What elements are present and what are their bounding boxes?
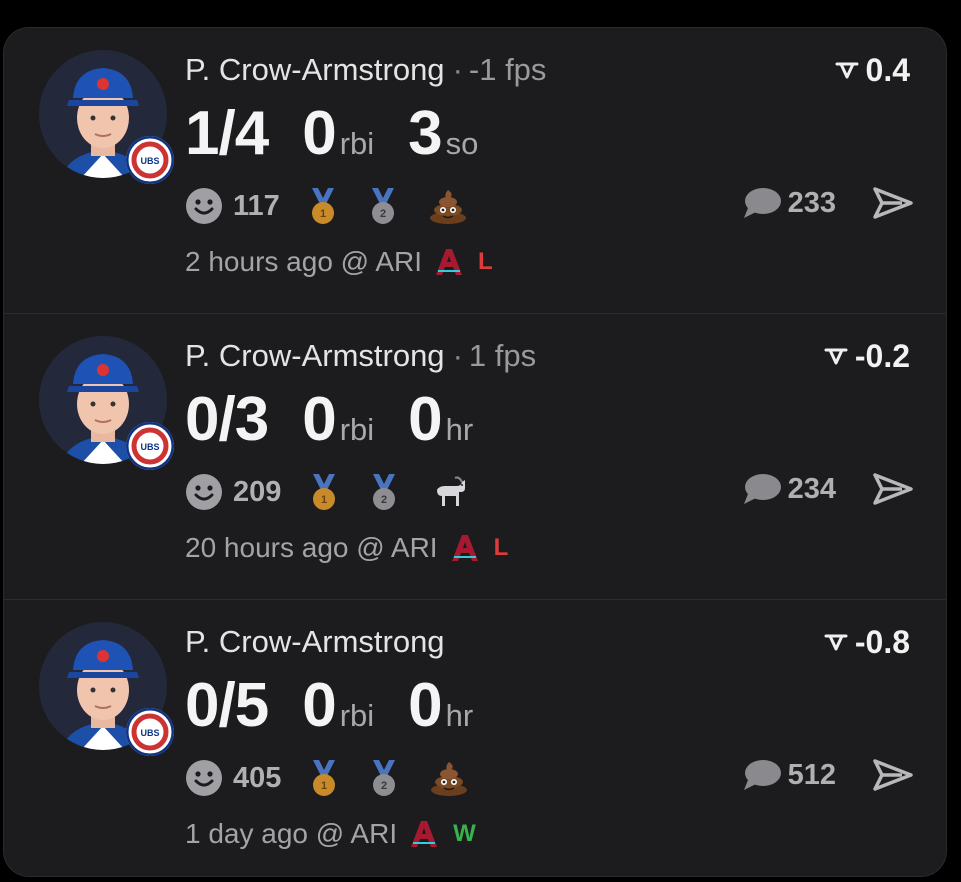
stat-line: 0/3 0 rbi 0 hr xyxy=(185,384,507,455)
post-meta: 1 day ago @ ARI W xyxy=(185,818,476,850)
goat-emoji-icon[interactable] xyxy=(429,474,469,510)
post-score[interactable]: 0.4 xyxy=(834,52,910,89)
post-header: P. Crow-Armstrong xyxy=(185,624,445,660)
silver-medal-icon[interactable]: 2 xyxy=(368,186,398,226)
stat2-unit: rbi xyxy=(339,698,375,733)
hits-at-bats: 0/5 xyxy=(185,671,269,740)
player-name[interactable]: P. Crow-Armstrong xyxy=(185,52,445,87)
comment-bubble-icon[interactable] xyxy=(742,186,782,220)
post-card[interactable]: UBS P. Crow-Armstrong · 1 fps -0.2 0/3 0 r… xyxy=(4,313,946,599)
svg-text:2: 2 xyxy=(380,208,386,220)
post-meta: 2 hours ago @ ARI L xyxy=(185,246,493,278)
stat2-unit: rbi xyxy=(339,126,375,161)
gold-medal-icon[interactable]: 1 xyxy=(309,472,339,512)
stat3-value: 3 xyxy=(408,99,442,168)
post-feed: UBS P. Crow-Armstrong · -1 fps 0.4 1/4 0 r… xyxy=(3,27,947,877)
diamondbacks-logo-icon xyxy=(451,535,478,561)
post-score[interactable]: -0.2 xyxy=(823,338,910,375)
svg-text:1: 1 xyxy=(320,208,326,220)
svg-text:UBS: UBS xyxy=(140,728,159,738)
score-value: -0.2 xyxy=(854,338,910,374)
comment-bubble-icon[interactable] xyxy=(742,472,782,506)
game-time-opponent: 20 hours ago @ ARI xyxy=(185,532,438,563)
post-meta: 20 hours ago @ ARI L xyxy=(185,532,508,564)
gold-medal-icon[interactable]: 1 xyxy=(308,186,338,226)
score-trend-icon xyxy=(824,348,848,364)
reaction-count: 117 xyxy=(233,189,280,222)
reaction-bar: 209 1 2 xyxy=(185,472,499,512)
score-value: -0.8 xyxy=(854,624,910,660)
cubs-logo-icon: UBS xyxy=(126,708,174,756)
comment-count[interactable]: 512 xyxy=(788,759,836,792)
comment-count[interactable]: 233 xyxy=(788,187,836,220)
silver-medal-icon[interactable]: 2 xyxy=(369,758,399,798)
svg-text:UBS: UBS xyxy=(140,156,159,166)
stat2-unit: rbi xyxy=(339,412,375,447)
action-bar: 234 xyxy=(742,472,914,506)
stat3-value: 0 xyxy=(408,671,442,740)
smiley-reaction-icon[interactable] xyxy=(185,759,223,797)
post-card[interactable]: UBS P. Crow-Armstrong · -1 fps 0.4 1/4 0 r… xyxy=(4,28,946,313)
separator-dot: · xyxy=(452,338,463,373)
cubs-logo-icon: UBS xyxy=(126,136,174,184)
stat2-value: 0 xyxy=(302,99,336,168)
post-score[interactable]: -0.8 xyxy=(823,624,910,661)
svg-text:1: 1 xyxy=(321,494,327,506)
player-name[interactable]: P. Crow-Armstrong xyxy=(185,338,445,373)
poop-emoji-icon[interactable] xyxy=(429,760,469,796)
gold-medal-icon[interactable]: 1 xyxy=(309,758,339,798)
poop-emoji-icon[interactable] xyxy=(428,188,468,224)
share-send-icon[interactable] xyxy=(872,186,914,220)
diamondbacks-logo-icon xyxy=(411,821,438,847)
game-result: W xyxy=(453,820,476,847)
fps-value: -1 fps xyxy=(468,52,547,87)
smiley-reaction-icon[interactable] xyxy=(185,187,223,225)
stat2-value: 0 xyxy=(302,385,336,454)
player-name[interactable]: P. Crow-Armstrong xyxy=(185,624,445,659)
share-send-icon[interactable] xyxy=(872,758,914,792)
stat3-value: 0 xyxy=(408,385,442,454)
hits-at-bats: 0/3 xyxy=(185,385,269,454)
smiley-reaction-icon[interactable] xyxy=(185,473,223,511)
hits-at-bats: 1/4 xyxy=(185,99,269,168)
stat-line: 0/5 0 rbi 0 hr xyxy=(185,670,507,741)
fps-value: 1 fps xyxy=(468,338,537,373)
score-value: 0.4 xyxy=(865,52,910,88)
game-result: L xyxy=(493,534,509,561)
comment-bubble-icon[interactable] xyxy=(742,758,782,792)
score-trend-icon xyxy=(835,62,859,78)
post-header: P. Crow-Armstrong · -1 fps xyxy=(185,52,546,88)
post-header: P. Crow-Armstrong · 1 fps xyxy=(185,338,536,374)
game-result: L xyxy=(478,248,493,275)
stat3-unit: hr xyxy=(445,698,474,733)
separator-dot: · xyxy=(452,52,463,87)
stat2-value: 0 xyxy=(302,671,336,740)
post-card[interactable]: UBS P. Crow-Armstrong -0.8 0/5 0 rbi 0 h… xyxy=(4,599,946,876)
game-time-opponent: 2 hours ago @ ARI xyxy=(185,246,423,277)
game-time-opponent: 1 day ago @ ARI xyxy=(185,818,398,849)
cubs-logo-icon: UBS xyxy=(126,422,174,470)
svg-text:2: 2 xyxy=(381,780,387,792)
reaction-bar: 117 1 2 xyxy=(185,186,498,226)
reaction-count: 209 xyxy=(233,475,282,508)
reaction-bar: 405 1 2 xyxy=(185,758,499,798)
silver-medal-icon[interactable]: 2 xyxy=(369,472,399,512)
action-bar: 512 xyxy=(742,758,914,792)
stat-line: 1/4 0 rbi 3 so xyxy=(185,98,512,169)
stat3-unit: so xyxy=(445,126,479,161)
score-trend-icon xyxy=(824,634,848,650)
diamondbacks-logo-icon xyxy=(436,249,463,275)
action-bar: 233 xyxy=(742,186,914,220)
reaction-count: 405 xyxy=(233,761,282,794)
svg-text:2: 2 xyxy=(381,494,387,506)
comment-count[interactable]: 234 xyxy=(788,473,836,506)
share-send-icon[interactable] xyxy=(872,472,914,506)
svg-text:UBS: UBS xyxy=(140,442,159,452)
svg-text:1: 1 xyxy=(321,780,327,792)
stat3-unit: hr xyxy=(445,412,474,447)
